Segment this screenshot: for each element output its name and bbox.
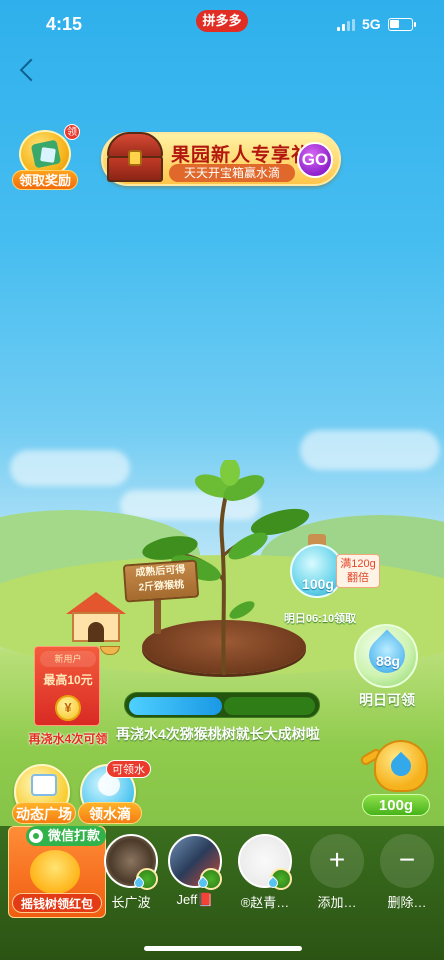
cloud	[10, 450, 130, 486]
friend-name: Jeff📕	[176, 892, 214, 907]
dynamic-square-label: 动态广场	[12, 802, 76, 824]
growth-progress-remaining	[224, 697, 315, 715]
watering-kettle-button[interactable]: 100g	[358, 730, 432, 820]
minus-icon: −	[380, 834, 434, 888]
brand-badge: 拼多多	[196, 10, 248, 32]
friend-item[interactable]: Jeff📕	[164, 834, 226, 914]
wechat-payout-label: 微信打款	[48, 828, 101, 843]
harvest-sign: 成熟后可得 2斤猕猴桃	[122, 559, 200, 634]
coin-icon: ¥	[55, 695, 81, 721]
friend-item[interactable]: 长广波	[100, 834, 162, 914]
double-badge-line2: 翻倍	[347, 572, 369, 584]
add-friend-label: 添加…	[317, 895, 357, 910]
growth-progress-fill	[129, 697, 222, 715]
reward-label: 领取奖励	[12, 170, 78, 190]
network-label: 5G	[362, 16, 381, 32]
reward-button[interactable]: 领 领取奖励	[12, 124, 80, 192]
bottle-value: 100g	[302, 576, 334, 592]
collect-water-label: 领水滴	[78, 802, 142, 824]
status-time: 4:15	[46, 14, 83, 34]
friend-name: ®赵青…	[240, 895, 290, 910]
double-badge-line1: 满120g	[340, 558, 376, 570]
wechat-payout-tag: 微信打款	[26, 826, 107, 846]
add-friend-button[interactable]: + 添加…	[306, 834, 368, 914]
treasure-chest-icon	[101, 128, 169, 186]
bottle-caption: 明日06:10领取	[283, 613, 357, 625]
money-tree-label: 摇钱树领红包	[12, 893, 102, 913]
tomorrow-water-orb[interactable]: 88g	[354, 624, 418, 688]
friend-item[interactable]: ®赵青…	[234, 834, 296, 914]
back-button[interactable]	[14, 58, 40, 84]
tomorrow-caption: 明日可领	[359, 692, 415, 708]
signal-icon	[337, 19, 357, 31]
new-user-amount: 最高10元	[43, 673, 93, 687]
delete-friend-button[interactable]: − 删除…	[376, 834, 438, 914]
battery-icon	[388, 18, 416, 31]
wechat-icon	[29, 829, 43, 843]
tomorrow-water-value: 88g	[375, 653, 401, 669]
message-board-icon	[31, 774, 57, 796]
new-user-tag: 新用户	[40, 651, 96, 667]
dynamic-square-button[interactable]: 动态广场	[12, 764, 76, 824]
plus-icon: +	[310, 834, 364, 888]
money-tree-icon	[30, 850, 80, 894]
collect-water-tag: 可领水	[106, 760, 151, 778]
orchard-scene: 4:15 拼多多 5G 领 领取奖励 果园新人专享礼 天天开宝箱赢水滴 GO 成…	[0, 0, 444, 960]
go-button[interactable]: GO	[297, 142, 333, 178]
status-bar: 4:15 拼多多 5G	[0, 0, 444, 50]
newcomer-promo-banner[interactable]: 果园新人专享礼 天天开宝箱赢水滴 GO	[101, 132, 341, 186]
friend-name: 长广波	[111, 895, 151, 910]
new-user-caption: 再浇水4次可领	[28, 732, 108, 746]
kettle-water-amount: 100g	[362, 794, 430, 816]
growth-progress-bar	[124, 692, 320, 718]
new-user-red-envelope[interactable]: 新用户 最高10元 ¥	[34, 646, 100, 726]
delete-friend-label: 删除…	[387, 895, 427, 910]
water-bottle-reward[interactable]: 100g 满120g 翻倍 明日06:10领取	[284, 528, 382, 628]
promo-subtitle: 天天开宝箱赢水滴	[169, 164, 295, 182]
cloud	[300, 430, 440, 470]
growth-status-text: 再浇水4次猕猴桃树就长大成树啦	[116, 726, 320, 742]
doghouse-icon[interactable]	[66, 592, 126, 652]
promo-title: 果园新人专享礼	[171, 145, 312, 166]
home-indicator[interactable]	[144, 946, 302, 951]
double-badge: 满120g 翻倍	[336, 554, 380, 588]
reward-tag: 领	[64, 124, 80, 140]
